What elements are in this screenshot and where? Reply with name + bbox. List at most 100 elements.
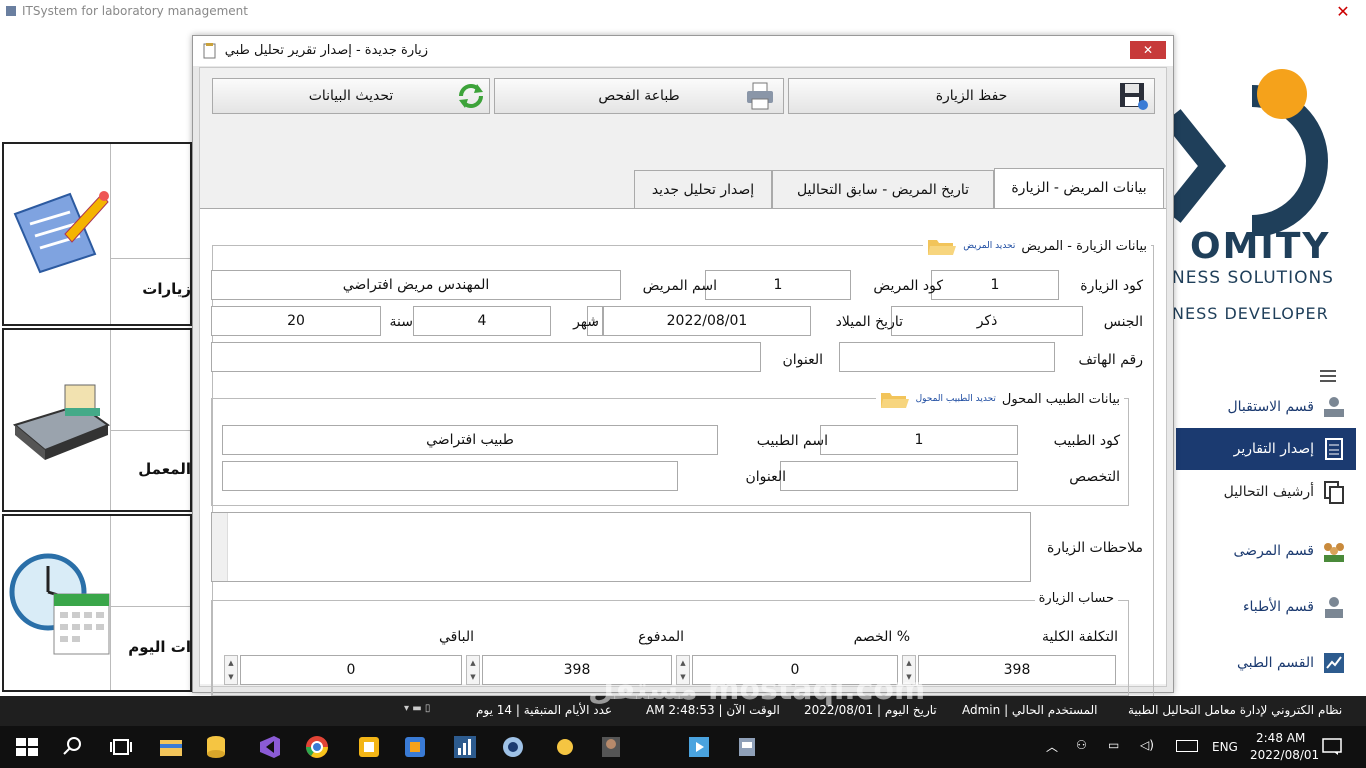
app-icon[interactable] (356, 734, 382, 760)
logo-brand: OMITY (1190, 226, 1331, 267)
phone-field[interactable] (839, 342, 1055, 372)
logo-tagline: NESS SOLUTIONS (1172, 268, 1334, 288)
hamburger-menu-icon[interactable] (1320, 370, 1336, 382)
refresh-icon (459, 84, 483, 108)
patient-name-label: اسم المريض (642, 278, 717, 294)
status-system: نظام الكتروني لإدارة معامل التحاليل الطب… (1128, 703, 1343, 717)
lab-panel[interactable]: المعمل (2, 328, 192, 512)
visits-panel[interactable]: زيارات (2, 142, 192, 326)
doctor-group-header: بيانات الطبيب المحول تحديد الطبيب المحول (875, 389, 1124, 409)
doctor-code-label: كود الطبيب (1053, 433, 1120, 449)
clock-calendar-icon (9, 553, 110, 655)
notes-textarea[interactable] (211, 512, 1031, 582)
windows-start-icon[interactable] (14, 734, 40, 760)
nav-patients[interactable]: قسم المرضى (1176, 530, 1356, 572)
network-app-icon[interactable] (500, 734, 526, 760)
doctor-group-title: بيانات الطبيب المحول (1001, 391, 1120, 407)
chart-app-icon[interactable] (452, 734, 478, 760)
app-title: ITSystem for laboratory management (22, 4, 248, 18)
tray-time[interactable]: 2:48 AM (1256, 731, 1305, 745)
total-cost-field[interactable]: 398 (918, 655, 1116, 685)
patient-code-field[interactable]: 1 (705, 270, 851, 300)
tray-chevron-icon[interactable]: ︿ (1046, 738, 1058, 755)
nav-doctors[interactable]: قسم الأطباء (1176, 586, 1356, 628)
database-tool-icon[interactable] (204, 734, 230, 760)
save-disk-icon (1120, 83, 1148, 110)
refresh-data-button[interactable]: تحديث البيانات (212, 78, 490, 114)
lab-system-icon[interactable] (734, 734, 760, 760)
remaining-spinner[interactable]: ▲ ▼ (224, 655, 238, 685)
tab-patient-visit[interactable]: بيانات المريض - الزيارة (994, 168, 1164, 210)
dialog-title-bar: زيارة جديدة - إصدار تقرير تحليل طبي ✕ (193, 36, 1173, 66)
search-icon[interactable] (60, 734, 86, 760)
visual-studio-icon[interactable] (256, 734, 282, 760)
tray-network-icon[interactable]: ▭ (1108, 738, 1119, 752)
new-visit-dialog: زيارة جديدة - إصدار تقرير تحليل طبي ✕ حف… (192, 35, 1174, 697)
chrome-icon[interactable] (304, 734, 330, 760)
dialog-body: حفظ الزيارة طباعة الفحص تحديث البيانات ب… (199, 67, 1167, 697)
tray-keyboard-icon[interactable] (1176, 740, 1198, 752)
nav-medical-label: القسم الطبي (1236, 655, 1314, 671)
visit-code-field[interactable]: 1 (931, 270, 1059, 300)
folder-icon[interactable] (927, 236, 957, 256)
gender-label: الجنس (1103, 314, 1143, 330)
tray-language[interactable]: ENG (1212, 740, 1238, 754)
tray-volume-icon[interactable]: ◁) (1140, 738, 1154, 752)
gender-select[interactable]: ذكر (891, 306, 1083, 336)
select-patient-link[interactable]: تحديد المريض (963, 241, 1015, 251)
calculator-icon (1325, 438, 1343, 460)
patient-name-field[interactable]: المهندس مريض افتراضي (211, 270, 621, 300)
notes-label: ملاحظات الزيارة (1046, 540, 1143, 556)
emoji-app-icon[interactable] (552, 734, 578, 760)
month-label: شهر (573, 314, 599, 330)
doctor-name-field[interactable]: طبيب افتراضي (222, 425, 718, 455)
nav-archive-label: أرشيف التحاليل (1223, 484, 1314, 500)
month-field[interactable]: 4 (413, 306, 551, 336)
patients-group-icon (1324, 543, 1344, 562)
notes-scrollbar[interactable] (212, 513, 228, 581)
today-label: ات اليوم (128, 638, 191, 656)
address-field[interactable] (211, 342, 761, 372)
folder-icon[interactable] (880, 389, 910, 409)
print-exam-button[interactable]: طباعة الفحص (494, 78, 784, 114)
task-view-icon[interactable] (108, 734, 134, 760)
nav-reports[interactable]: إصدار التقارير (1176, 428, 1356, 470)
select-doctor-link[interactable]: تحديد الطبيب المحول (916, 394, 996, 404)
paid-spinner[interactable]: ▲ ▼ (466, 655, 480, 685)
save-visit-label: حفظ الزيارة (935, 88, 1008, 104)
media-app-icon[interactable] (686, 734, 712, 760)
dob-picker[interactable]: 2022/08/01 (603, 306, 811, 336)
nav-archive[interactable]: أرشيف التحاليل (1176, 471, 1356, 513)
status-tools-icon[interactable]: ▾ ▬ ▯ (404, 703, 454, 719)
close-icon[interactable]: ✕ (1328, 2, 1358, 22)
file-explorer-icon[interactable] (158, 734, 184, 760)
dialog-close-button[interactable]: ✕ (1130, 41, 1166, 59)
doctor-address-field[interactable] (222, 461, 678, 491)
today-panel[interactable]: ات اليوم (2, 514, 192, 692)
notification-icon[interactable] (1322, 738, 1342, 756)
tray-people-icon[interactable]: ⚇ (1076, 738, 1087, 752)
tab-patient-history[interactable]: تاريخ المريض - سابق التحاليل (772, 170, 994, 210)
dialog-title: زيارة جديدة - إصدار تقرير تحليل طبي (224, 43, 428, 58)
remaining-field[interactable]: 0 (240, 655, 462, 685)
tab-new-analysis[interactable]: إصدار تحليل جديد (634, 170, 772, 210)
address-label: العنوان (782, 352, 823, 368)
doctor-code-field[interactable]: 1 (820, 425, 1018, 455)
year-field[interactable]: 20 (211, 306, 381, 336)
account-group-title: حساب الزيارة (1038, 591, 1114, 606)
tray-date[interactable]: 2022/08/01 (1250, 748, 1319, 762)
nav-reception[interactable]: قسم الاستقبال (1176, 386, 1356, 428)
user-photo-icon[interactable] (598, 734, 624, 760)
save-visit-button[interactable]: حفظ الزيارة (788, 78, 1155, 114)
watermark: مستقل mostaql.com (588, 672, 926, 707)
nav-doctors-label: قسم الأطباء (1242, 599, 1314, 615)
cash-register-icon (12, 384, 110, 460)
discount-label: % الخصم (853, 629, 910, 645)
nav-medical[interactable]: القسم الطبي (1176, 642, 1356, 684)
printer-icon (747, 82, 773, 110)
app-icon[interactable] (402, 734, 428, 760)
receptionist-icon (1324, 397, 1344, 417)
specialty-field[interactable] (780, 461, 1018, 491)
total-cost-label: التكلفة الكلية (1041, 629, 1118, 645)
status-user: المستخدم الحالي | Admin (962, 703, 1098, 717)
